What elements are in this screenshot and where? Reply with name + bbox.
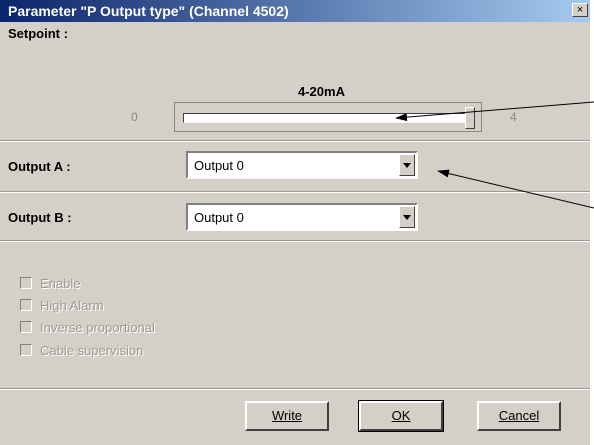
close-button[interactable]: ×: [572, 3, 588, 17]
ok-button-label: OK: [391, 408, 411, 423]
divider: [0, 240, 590, 242]
enable-checkbox-label: Enable: [40, 276, 81, 291]
divider: [0, 388, 590, 390]
setpoint-range-max: 4: [510, 110, 517, 124]
output-a-label: Output A :: [8, 159, 71, 174]
setpoint-value-label: 4-20mA: [298, 84, 345, 99]
output-a-value: Output 0: [194, 158, 244, 173]
cancel-button[interactable]: Cancel: [477, 401, 561, 431]
setpoint-slider-track[interactable]: [183, 113, 475, 123]
high-alarm-checkbox-label: High Alarm: [40, 298, 104, 313]
cancel-button-label: Cancel: [498, 408, 540, 423]
output-a-select[interactable]: Output 0: [186, 151, 418, 179]
dropdown-arrow-icon[interactable]: [399, 206, 415, 228]
divider: [0, 140, 590, 142]
write-button[interactable]: Write: [245, 401, 329, 431]
close-icon: ×: [576, 4, 584, 16]
cable-supervision-checkbox-label: Cable supervision: [40, 343, 144, 358]
output-b-label: Output B :: [8, 210, 72, 225]
window-title: Parameter "P Output type" (Channel 4502): [8, 3, 289, 19]
setpoint-range-min: 0: [131, 110, 138, 124]
ok-button[interactable]: OK: [358, 400, 444, 432]
title-bar[interactable]: Parameter "P Output type" (Channel 4502)…: [0, 0, 590, 22]
inverse-proportional-checkbox-label: Inverse proportional: [40, 320, 155, 335]
setpoint-slider[interactable]: [174, 102, 482, 132]
checkbox-icon[interactable]: [20, 277, 32, 289]
output-b-select[interactable]: Output 0: [186, 203, 418, 231]
setpoint-slider-thumb[interactable]: [465, 107, 475, 129]
checkbox-icon[interactable]: [20, 344, 32, 356]
output-b-value: Output 0: [194, 210, 244, 225]
setpoint-label: Setpoint :: [8, 26, 68, 41]
write-button-label: Write: [271, 408, 303, 423]
parameter-dialog: Parameter "P Output type" (Channel 4502)…: [0, 0, 590, 445]
dropdown-arrow-icon[interactable]: [399, 154, 415, 176]
divider: [0, 191, 590, 193]
checkbox-icon[interactable]: [20, 321, 32, 333]
checkbox-icon[interactable]: [20, 299, 32, 311]
